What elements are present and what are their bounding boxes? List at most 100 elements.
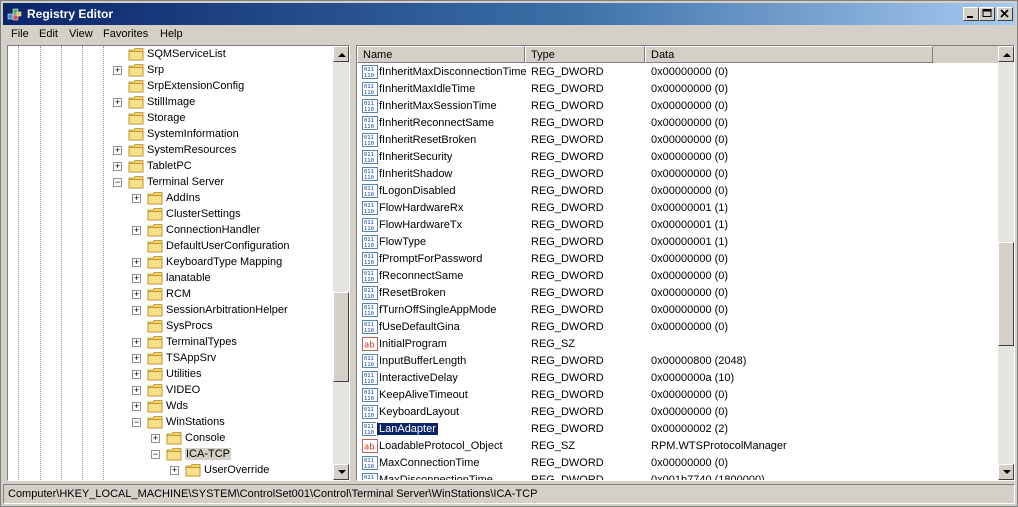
- column-header-data[interactable]: Data: [645, 46, 933, 63]
- close-icon: [1000, 9, 1009, 18]
- tree-node[interactable]: + TerminalTypes: [8, 335, 334, 351]
- value-row[interactable]: 011 110 fReconnectSame REG_DWORD 0x00000000 …: [357, 268, 1000, 285]
- tree-node[interactable]: + Console: [8, 431, 334, 447]
- list-scroll-down-button[interactable]: [998, 464, 1014, 480]
- list-scrollbar[interactable]: [998, 46, 1014, 480]
- value-row[interactable]: ab LoadableProtocol_Object REG_SZ RPM.WTSPr…: [357, 438, 1000, 455]
- tree-node[interactable]: + RCM: [8, 287, 334, 303]
- tree-node[interactable]: − WinStations: [8, 415, 334, 431]
- expand-icon[interactable]: +: [132, 386, 141, 395]
- svg-text:ab: ab: [364, 341, 375, 351]
- value-row[interactable]: 011110MaxDisconnectionTime REG_DWORD 0x001…: [357, 472, 1000, 481]
- tree-node[interactable]: + VIDEO: [8, 383, 334, 399]
- expand-icon[interactable]: +: [132, 338, 141, 347]
- tree-node[interactable]: DefaultUserConfiguration: [8, 239, 334, 255]
- value-row[interactable]: 011 110 FlowType REG_DWORD 0x00000001 (1): [357, 234, 1000, 251]
- menu-edit[interactable]: Edit: [39, 28, 58, 40]
- expand-icon[interactable]: +: [132, 402, 141, 411]
- value-row[interactable]: 011 110 FlowHardwareRx REG_DWORD 0x00000001 …: [357, 200, 1000, 217]
- value-row[interactable]: 011 110 fUseDefaultGina REG_DWORD 0x00000000…: [357, 319, 1000, 336]
- tree-node[interactable]: + lanatable: [8, 271, 334, 287]
- tree-node[interactable]: + TabletPC: [8, 159, 334, 175]
- tree-node[interactable]: − ICA-TCP: [8, 447, 334, 463]
- minimize-button[interactable]: [963, 7, 979, 21]
- expand-icon[interactable]: +: [113, 146, 122, 155]
- tree-node[interactable]: Storage: [8, 111, 334, 127]
- tree-node[interactable]: − Terminal Server: [8, 175, 334, 191]
- value-row[interactable]: 011 110 fInheritMaxSessionTime REG_DWORD 0x0…: [357, 98, 1000, 115]
- tree-node[interactable]: + Srp: [8, 63, 334, 79]
- value-type: REG_DWORD: [531, 474, 604, 481]
- list-scroll-thumb[interactable]: [998, 242, 1014, 346]
- value-row[interactable]: 011 110 fInheritShadow REG_DWORD 0x00000000 …: [357, 166, 1000, 183]
- expand-icon[interactable]: +: [132, 290, 141, 299]
- tree-scroll-thumb[interactable]: [333, 292, 349, 382]
- tree-scroll-up-button[interactable]: [333, 46, 349, 62]
- values-list[interactable]: Name Type Data 011 110 fInheritMaxDisconne…: [356, 45, 1015, 481]
- collapse-icon[interactable]: −: [113, 178, 122, 187]
- tree-scroll-down-button[interactable]: [333, 464, 349, 480]
- value-row[interactable]: ab InitialProgram REG_SZ: [357, 336, 1000, 353]
- value-row[interactable]: 011 110 fInheritSecurity REG_DWORD 0x0000000…: [357, 149, 1000, 166]
- value-row[interactable]: 011 110 fInheritMaxIdleTime REG_DWORD 0x0000…: [357, 81, 1000, 98]
- value-row[interactable]: 011 110 fInheritMaxDisconnectionTime REG_DW…: [357, 64, 1000, 81]
- expand-icon[interactable]: +: [132, 226, 141, 235]
- tree-node[interactable]: SQMServiceList: [8, 47, 334, 63]
- tree-node[interactable]: + Wds: [8, 399, 334, 415]
- value-data: 0x00000800 (2048): [651, 355, 747, 367]
- expand-icon[interactable]: +: [132, 274, 141, 283]
- expand-icon[interactable]: +: [151, 434, 160, 443]
- tree-node[interactable]: + TSAppSrv: [8, 351, 334, 367]
- value-row[interactable]: 011 110 InputBufferLength REG_DWORD 0x000008…: [357, 353, 1000, 370]
- expand-icon[interactable]: +: [113, 162, 122, 171]
- close-button[interactable]: [997, 7, 1013, 21]
- expand-icon[interactable]: +: [132, 306, 141, 315]
- tree-node[interactable]: + KeyboardType Mapping: [8, 255, 334, 271]
- value-row[interactable]: 011 110 KeepAliveTimeout REG_DWORD 0x0000000…: [357, 387, 1000, 404]
- menu-view[interactable]: View: [69, 28, 93, 40]
- value-row[interactable]: 011 110 MaxConnectionTime REG_DWORD 0x000000…: [357, 455, 1000, 472]
- expand-icon[interactable]: +: [113, 98, 122, 107]
- value-row[interactable]: 011 110 FlowHardwareTx REG_DWORD 0x00000001 …: [357, 217, 1000, 234]
- value-row[interactable]: 011 110 InteractiveDelay REG_DWORD 0x0000000…: [357, 370, 1000, 387]
- value-row[interactable]: 011 110 fInheritReconnectSame REG_DWORD 0x00…: [357, 115, 1000, 132]
- tree-node[interactable]: SrpExtensionConfig: [8, 79, 334, 95]
- expand-icon[interactable]: +: [170, 466, 179, 475]
- tree-scrollbar[interactable]: [333, 46, 349, 480]
- value-row[interactable]: 011 110 fInheritResetBroken REG_DWORD 0x0000…: [357, 132, 1000, 149]
- tree-node-label: SQMServiceList: [147, 48, 226, 60]
- menu-favorites[interactable]: Favorites: [103, 28, 148, 40]
- tree-node[interactable]: SysProcs: [8, 319, 334, 335]
- value-row[interactable]: 011 110 LanAdapter REG_DWORD 0x00000002 (2): [357, 421, 1000, 438]
- tree-node[interactable]: SystemInformation: [8, 127, 334, 143]
- tree-node[interactable]: + UserOverride: [8, 463, 334, 479]
- value-row[interactable]: 011 110 fLogonDisabled REG_DWORD 0x00000000 …: [357, 183, 1000, 200]
- key-tree[interactable]: SQMServiceList + Srp SrpExtensionConfig + Sti…: [7, 45, 350, 481]
- value-row[interactable]: 011 110 fTurnOffSingleAppMode REG_DWORD 0x00…: [357, 302, 1000, 319]
- tree-node[interactable]: + SystemResources: [8, 143, 334, 159]
- expand-icon[interactable]: +: [132, 354, 141, 363]
- expand-icon[interactable]: +: [113, 66, 122, 75]
- column-header-name[interactable]: Name: [357, 46, 525, 63]
- tree-node[interactable]: + ConnectionHandler: [8, 223, 334, 239]
- tree-node[interactable]: + AddIns: [8, 191, 334, 207]
- value-row[interactable]: 011 110 fPromptForPassword REG_DWORD 0x00000…: [357, 251, 1000, 268]
- tree-node[interactable]: + SessionArbitrationHelper: [8, 303, 334, 319]
- tree-node[interactable]: + Utilities: [8, 367, 334, 383]
- expand-icon[interactable]: +: [132, 258, 141, 267]
- expand-icon[interactable]: +: [132, 370, 141, 379]
- list-scroll-up-button[interactable]: [998, 46, 1014, 62]
- menu-help[interactable]: Help: [160, 28, 183, 40]
- collapse-icon[interactable]: −: [151, 450, 160, 459]
- maximize-button[interactable]: [979, 7, 995, 21]
- column-header-type[interactable]: Type: [525, 46, 645, 63]
- menu-file[interactable]: File: [11, 28, 29, 40]
- expand-icon[interactable]: +: [132, 194, 141, 203]
- collapse-icon[interactable]: −: [132, 418, 141, 427]
- value-row[interactable]: 011 110 KeyboardLayout REG_DWORD 0x00000000 …: [357, 404, 1000, 421]
- svg-text:011: 011: [364, 475, 374, 481]
- tree-node[interactable]: + StillImage: [8, 95, 334, 111]
- value-row[interactable]: 011 110 fResetBroken REG_DWORD 0x00000000 (0…: [357, 285, 1000, 302]
- title-bar[interactable]: Registry Editor: [3, 3, 1015, 25]
- tree-node[interactable]: ClusterSettings: [8, 207, 334, 223]
